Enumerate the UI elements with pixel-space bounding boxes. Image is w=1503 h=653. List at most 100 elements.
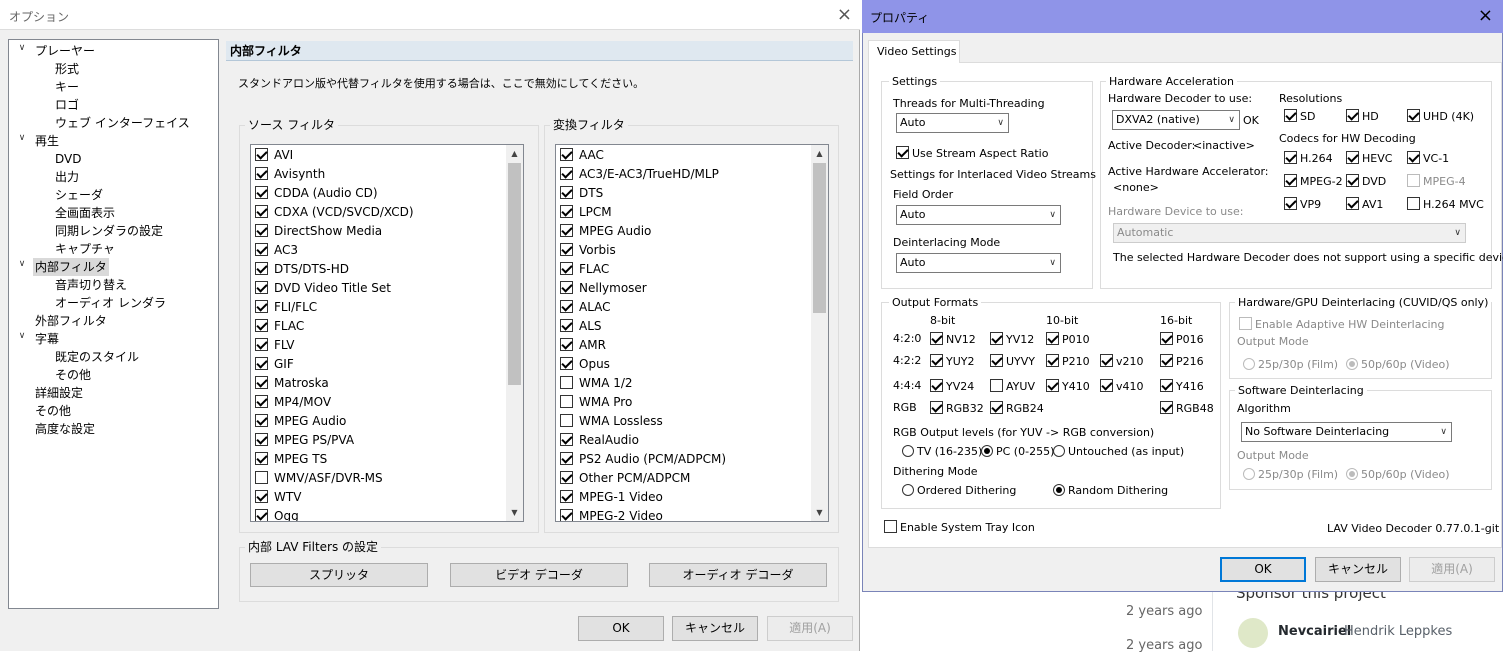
list-item[interactable]: WMA Pro — [560, 393, 632, 412]
expand-icon[interactable]: ∨ — [17, 331, 27, 341]
format-checkbox[interactable]: YUY2 — [930, 354, 975, 369]
list-item[interactable]: GIF — [255, 355, 294, 374]
codec-checkbox[interactable]: VC-1 — [1407, 151, 1449, 166]
apply-button[interactable]: 適用(A) — [767, 616, 853, 641]
list-item[interactable]: DirectShow Media — [255, 222, 382, 241]
video-radio[interactable]: 50p/60p (Video) — [1346, 358, 1450, 372]
list-item[interactable]: MPEG-1 Video — [560, 488, 663, 507]
scroll-up-icon[interactable]: ▲ — [506, 145, 523, 162]
tree-item[interactable]: ロゴ — [53, 96, 81, 114]
cancel-button[interactable]: キャンセル — [672, 616, 758, 641]
tree-item[interactable]: 再生 — [33, 132, 61, 150]
format-checkbox[interactable]: P016 — [1160, 332, 1204, 347]
codec-checkbox[interactable]: DVD — [1346, 174, 1386, 189]
threads-select[interactable]: Auto ∨ — [896, 113, 1009, 133]
list-item[interactable]: AVI — [255, 146, 293, 165]
rgb-level-radio[interactable]: Untouched (as input) — [1053, 445, 1184, 459]
tree-item[interactable]: 音声切り替え — [53, 276, 129, 294]
list-item[interactable]: RealAudio — [560, 431, 639, 450]
list-item[interactable]: CDXA (VCD/SVCD/XCD) — [255, 203, 414, 222]
list-item[interactable]: Matroska — [255, 374, 329, 393]
resolution-checkbox[interactable]: SD — [1284, 109, 1315, 124]
expand-icon[interactable]: ∨ — [17, 133, 27, 143]
format-checkbox[interactable]: P216 — [1160, 354, 1204, 369]
list-item[interactable]: Ogg — [255, 507, 299, 521]
tray-checkbox[interactable]: Enable System Tray Icon — [884, 520, 1035, 535]
scroll-down-icon[interactable]: ▼ — [506, 504, 523, 521]
list-item[interactable]: AC3/E-AC3/TrueHD/MLP — [560, 165, 719, 184]
list-item[interactable]: WTV — [255, 488, 301, 507]
list-item[interactable]: Opus — [560, 355, 610, 374]
avatar[interactable] — [1238, 618, 1268, 648]
tree-item[interactable]: 外部フィルタ — [33, 312, 109, 330]
audio-decoder-button[interactable]: オーディオ デコーダ — [649, 563, 827, 587]
resolution-checkbox[interactable]: UHD (4K) — [1407, 109, 1474, 124]
list-item[interactable]: FLAC — [255, 317, 304, 336]
user-link[interactable]: Nevcairiel — [1278, 624, 1351, 639]
tree-item[interactable]: 詳細設定 — [33, 384, 85, 402]
expand-icon[interactable]: ∨ — [17, 259, 27, 269]
list-item[interactable]: MPEG-2 Video — [560, 507, 663, 521]
format-checkbox[interactable]: YV12 — [990, 332, 1034, 347]
scroll-up-icon[interactable]: ▲ — [811, 145, 828, 162]
format-checkbox[interactable]: RGB32 — [930, 401, 984, 416]
list-item[interactable]: PS2 Audio (PCM/ADPCM) — [560, 450, 726, 469]
list-item[interactable]: Other PCM/ADPCM — [560, 469, 690, 488]
expand-icon[interactable]: ∨ — [17, 43, 27, 53]
list-item[interactable]: Avisynth — [255, 165, 325, 184]
tree-item[interactable]: 高度な設定 — [33, 420, 97, 438]
format-checkbox[interactable]: RGB48 — [1160, 401, 1214, 416]
tree-item[interactable]: シェーダ — [53, 186, 105, 204]
list-item[interactable]: Vorbis — [560, 241, 616, 260]
format-checkbox[interactable]: YV24 — [930, 379, 974, 394]
list-item[interactable]: ALS — [560, 317, 602, 336]
options-tree[interactable]: ∨ プレーヤー 形式 キー ロゴ ウェブ インターフェイス ∨ 再生 DVD 出力 シェーダ 全画面表… — [8, 39, 219, 609]
tree-item[interactable]: 字幕 — [33, 330, 61, 348]
codec-checkbox[interactable]: MPEG-4 — [1407, 174, 1466, 189]
film-radio[interactable]: 25p/30p (Film) — [1243, 358, 1338, 372]
algorithm-select[interactable]: No Software Deinterlacing ∨ — [1241, 422, 1452, 442]
tree-item[interactable]: その他 — [33, 402, 73, 420]
scrollbar[interactable]: ▲ ▼ — [506, 145, 523, 521]
format-checkbox[interactable]: Y410 — [1046, 379, 1090, 394]
list-item[interactable]: WMV/ASF/DVR-MS — [255, 469, 383, 488]
codec-checkbox[interactable]: AV1 — [1346, 197, 1383, 212]
format-checkbox[interactable]: AYUV — [990, 379, 1035, 394]
tree-item[interactable]: 出力 — [53, 168, 81, 186]
codec-checkbox[interactable]: H.264 — [1284, 151, 1333, 166]
hw-device-select[interactable]: Automatic ∨ — [1113, 223, 1466, 243]
resolution-checkbox[interactable]: HD — [1346, 109, 1379, 124]
codec-checkbox[interactable]: MPEG-2 — [1284, 174, 1343, 189]
splitter-button[interactable]: スプリッタ — [250, 563, 428, 587]
tree-item[interactable]: キー — [53, 78, 81, 96]
format-checkbox[interactable]: v210 — [1100, 354, 1144, 369]
tree-item[interactable]: ウェブ インターフェイス — [53, 114, 192, 132]
format-checkbox[interactable]: P010 — [1046, 332, 1090, 347]
list-item[interactable]: WMA 1/2 — [560, 374, 633, 393]
deint-mode-select[interactable]: Auto ∨ — [896, 253, 1061, 273]
adaptive-checkbox[interactable]: Enable Adaptive HW Deinterlacing — [1239, 317, 1445, 332]
list-item[interactable]: CDDA (Audio CD) — [255, 184, 378, 203]
list-item[interactable]: LPCM — [560, 203, 612, 222]
close-icon[interactable]: × — [1478, 5, 1493, 26]
tree-item[interactable]: 既定のスタイル — [53, 348, 141, 366]
scroll-thumb[interactable] — [508, 163, 521, 385]
hw-decoder-select[interactable]: DXVA2 (native) ∨ — [1112, 110, 1240, 130]
tree-item[interactable]: プレーヤー — [33, 42, 97, 60]
video-decoder-button[interactable]: ビデオ デコーダ — [450, 563, 628, 587]
field-order-select[interactable]: Auto ∨ — [896, 205, 1061, 225]
format-checkbox[interactable]: P210 — [1046, 354, 1090, 369]
list-item[interactable]: MPEG PS/PVA — [255, 431, 354, 450]
tree-item[interactable]: 形式 — [53, 60, 81, 78]
codec-checkbox[interactable]: VP9 — [1284, 197, 1321, 212]
video-radio[interactable]: 50p/60p (Video) — [1346, 468, 1450, 482]
format-checkbox[interactable]: Y416 — [1160, 379, 1204, 394]
codec-checkbox[interactable]: HEVC — [1346, 151, 1392, 166]
list-item[interactable]: DVD Video Title Set — [255, 279, 391, 298]
apply-button[interactable]: 適用(A) — [1409, 557, 1495, 582]
list-item[interactable]: Nellymoser — [560, 279, 647, 298]
list-item[interactable]: FLV — [255, 336, 294, 355]
dither-radio[interactable]: Random Dithering — [1053, 484, 1168, 498]
ok-button[interactable]: OK — [1220, 557, 1306, 582]
list-item[interactable]: AC3 — [255, 241, 298, 260]
